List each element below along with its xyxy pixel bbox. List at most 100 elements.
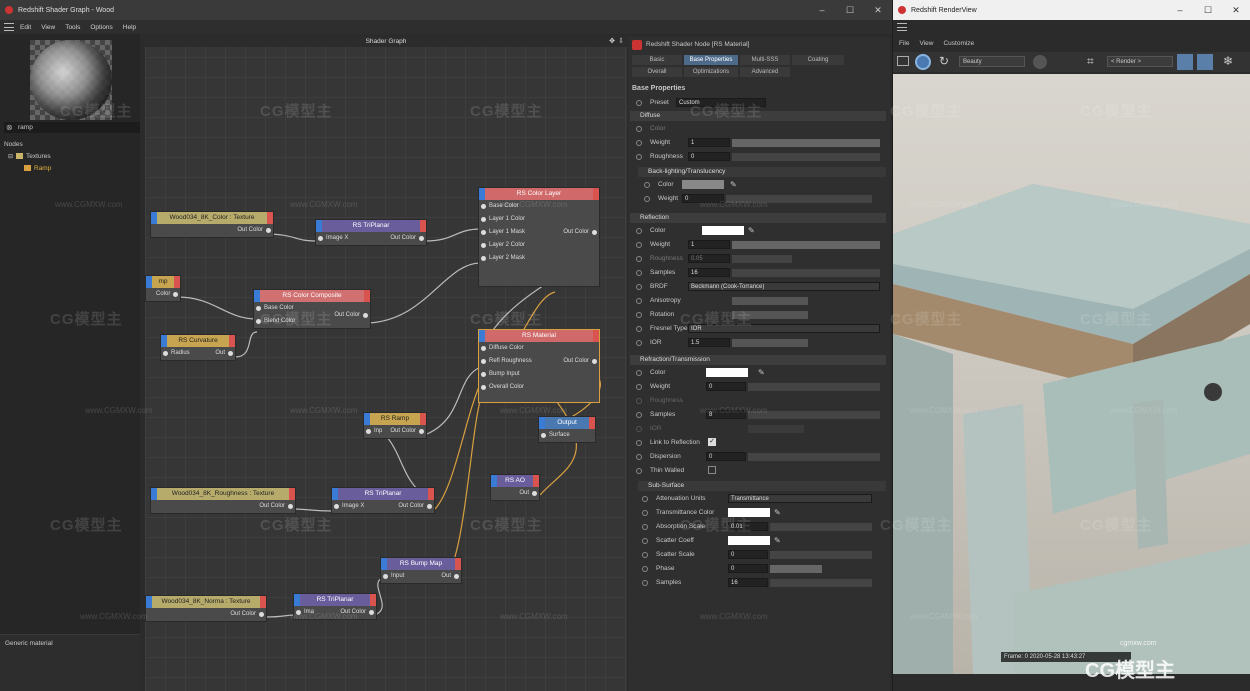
- node-search[interactable]: ⊗ ramp: [4, 122, 140, 133]
- shader-graph-canvas[interactable]: Shader Graph ✥ ⇩ Wood034_8K_Color : Text…: [145, 37, 627, 691]
- tab-overall[interactable]: Overall: [632, 67, 682, 77]
- anisotropy-slider[interactable]: [732, 297, 808, 305]
- clear-search-icon[interactable]: ⊗: [6, 123, 13, 132]
- node-icon: [24, 165, 31, 171]
- section-subsurface[interactable]: Sub-Surface: [638, 481, 886, 491]
- refl-weight-slider[interactable]: [732, 241, 880, 249]
- eyedropper-icon[interactable]: ✎: [730, 180, 737, 189]
- search-input[interactable]: ramp: [18, 124, 33, 131]
- eyedropper-icon[interactable]: ✎: [774, 536, 781, 545]
- refl-color-swatch[interactable]: [702, 226, 744, 235]
- section-reflection[interactable]: Reflection: [630, 213, 886, 223]
- phase-slider[interactable]: [770, 565, 822, 573]
- lock-icon[interactable]: [1177, 54, 1193, 70]
- phase-input[interactable]: 0: [728, 564, 768, 573]
- refl-samples-input[interactable]: 16: [688, 268, 730, 277]
- snowflake-icon[interactable]: ❄: [1223, 54, 1233, 68]
- render-image[interactable]: [893, 74, 1250, 674]
- refresh-icon[interactable]: ↻: [939, 54, 949, 68]
- tree-item-textures[interactable]: ⊟ Textures: [4, 150, 138, 162]
- refr-weight-slider[interactable]: [748, 383, 880, 391]
- menu-view[interactable]: View: [919, 40, 933, 47]
- tab-multi-sss[interactable]: Multi-SSS: [740, 55, 790, 65]
- crop-icon[interactable]: ⌗: [1087, 54, 1094, 69]
- sss-samples-input[interactable]: 16: [728, 578, 768, 587]
- render-start-icon[interactable]: [915, 54, 931, 70]
- scatter-scale-slider[interactable]: [770, 551, 872, 559]
- refl-samples-slider[interactable]: [732, 269, 880, 277]
- watermark-url: www.CGMXW.com: [80, 612, 148, 621]
- hamburger-icon[interactable]: [897, 23, 907, 31]
- scatter-scale-input[interactable]: 0: [728, 550, 768, 559]
- tab-basic[interactable]: Basic: [632, 55, 682, 65]
- thin-walled-checkbox[interactable]: [708, 466, 716, 474]
- scatter-coeff-swatch[interactable]: [728, 536, 770, 545]
- node-rs-ramp[interactable]: RS Ramp Inp Out Color: [363, 412, 427, 439]
- refl-roughness-input[interactable]: 0.05: [688, 254, 730, 263]
- menu-options[interactable]: Options: [90, 24, 112, 31]
- refr-weight-input[interactable]: 0: [706, 382, 746, 391]
- aov-select[interactable]: Beauty: [959, 56, 1025, 67]
- link-reflection-checkbox[interactable]: ✓: [708, 438, 716, 446]
- node-output[interactable]: Output Surface: [538, 416, 596, 443]
- ior-slider[interactable]: [732, 339, 808, 347]
- eyedropper-icon[interactable]: ✎: [758, 368, 765, 377]
- tab-advanced[interactable]: Advanced: [740, 67, 790, 77]
- menu-view[interactable]: View: [41, 24, 55, 31]
- diffuse-weight-input[interactable]: 1: [688, 138, 730, 147]
- tab-base-properties[interactable]: Base Properties: [684, 55, 738, 65]
- menu-file[interactable]: File: [899, 40, 909, 47]
- refr-ior-slider[interactable]: [748, 425, 804, 433]
- backlight-color-swatch[interactable]: [682, 180, 724, 189]
- node-rs-ao[interactable]: RS AO Out: [490, 474, 540, 501]
- section-refraction[interactable]: Refraction/Transmission: [630, 355, 886, 365]
- sss-samples-slider[interactable]: [770, 579, 872, 587]
- node-ramp-partial[interactable]: mp Color: [145, 275, 181, 302]
- close-icon[interactable]: ✕: [864, 0, 892, 20]
- section-backlighting[interactable]: Back-lighting/Translucency: [638, 167, 886, 177]
- node-color-texture[interactable]: Wood034_8K_Color : Texture Out Color: [150, 211, 274, 238]
- eyedropper-icon[interactable]: ✎: [774, 508, 781, 517]
- dispersion-slider[interactable]: [748, 453, 880, 461]
- maximize-icon[interactable]: ☐: [836, 0, 864, 20]
- tab-optimizations[interactable]: Optimizations: [684, 67, 738, 77]
- hamburger-icon[interactable]: [4, 23, 14, 31]
- menu-tools[interactable]: Tools: [65, 24, 80, 31]
- aov-options-icon[interactable]: [1033, 55, 1047, 69]
- node-curvature[interactable]: RS Curvature Radius Out: [160, 334, 236, 361]
- minimize-icon[interactable]: –: [808, 0, 836, 20]
- close-icon[interactable]: ✕: [1222, 0, 1250, 20]
- node-rs-material[interactable]: RS Material Diffuse Color Refl Roughness…: [478, 329, 600, 403]
- tab-coating[interactable]: Coating: [792, 55, 844, 65]
- node-triplanar-2[interactable]: RS TriPlanar Image X Out Color: [331, 487, 435, 514]
- absorption-slider[interactable]: [770, 523, 872, 531]
- dispersion-input[interactable]: 0: [706, 452, 746, 461]
- film-icon[interactable]: [897, 56, 909, 66]
- diffuse-weight-slider[interactable]: [732, 139, 880, 147]
- refl-weight-input[interactable]: 1: [688, 240, 730, 249]
- diffuse-roughness-input[interactable]: 0: [688, 152, 730, 161]
- menu-edit[interactable]: Edit: [20, 24, 31, 31]
- refr-color-swatch[interactable]: [706, 368, 748, 377]
- node-roughness-texture[interactable]: Wood034_8K_Roughness : Texture Out Color: [150, 487, 296, 514]
- eyedropper-icon[interactable]: ✎: [748, 226, 755, 235]
- brdf-select[interactable]: Beckmann (Cook-Torrance): [688, 282, 880, 291]
- render-select[interactable]: < Render >: [1107, 56, 1173, 67]
- watermark: CG模型主: [680, 517, 753, 534]
- collapse-icon[interactable]: ⊟: [8, 153, 13, 160]
- node-bump-map[interactable]: RS Bump Map Input Out: [380, 557, 462, 584]
- refr-ior-row: IOR: [636, 423, 886, 435]
- menu-customize[interactable]: Customize: [943, 40, 974, 47]
- tree-item-ramp[interactable]: Ramp: [4, 162, 138, 174]
- minimize-icon[interactable]: –: [1166, 0, 1194, 20]
- sss-samples-row: Samples 16: [642, 577, 886, 589]
- maximize-icon[interactable]: ☐: [1194, 0, 1222, 20]
- node-triplanar-1[interactable]: RS TriPlanar Image X Out Color: [315, 219, 427, 246]
- node-normal-texture[interactable]: Wood034_8K_Norma : Texture Out Color: [145, 595, 267, 622]
- menu-help[interactable]: Help: [123, 24, 136, 31]
- atten-units-select[interactable]: Transmittance: [728, 494, 872, 503]
- refl-roughness-slider[interactable]: [732, 255, 792, 263]
- diffuse-roughness-slider[interactable]: [732, 153, 880, 161]
- refl-ior-input[interactable]: 1.5: [688, 338, 730, 347]
- grid-icon[interactable]: [1197, 54, 1213, 70]
